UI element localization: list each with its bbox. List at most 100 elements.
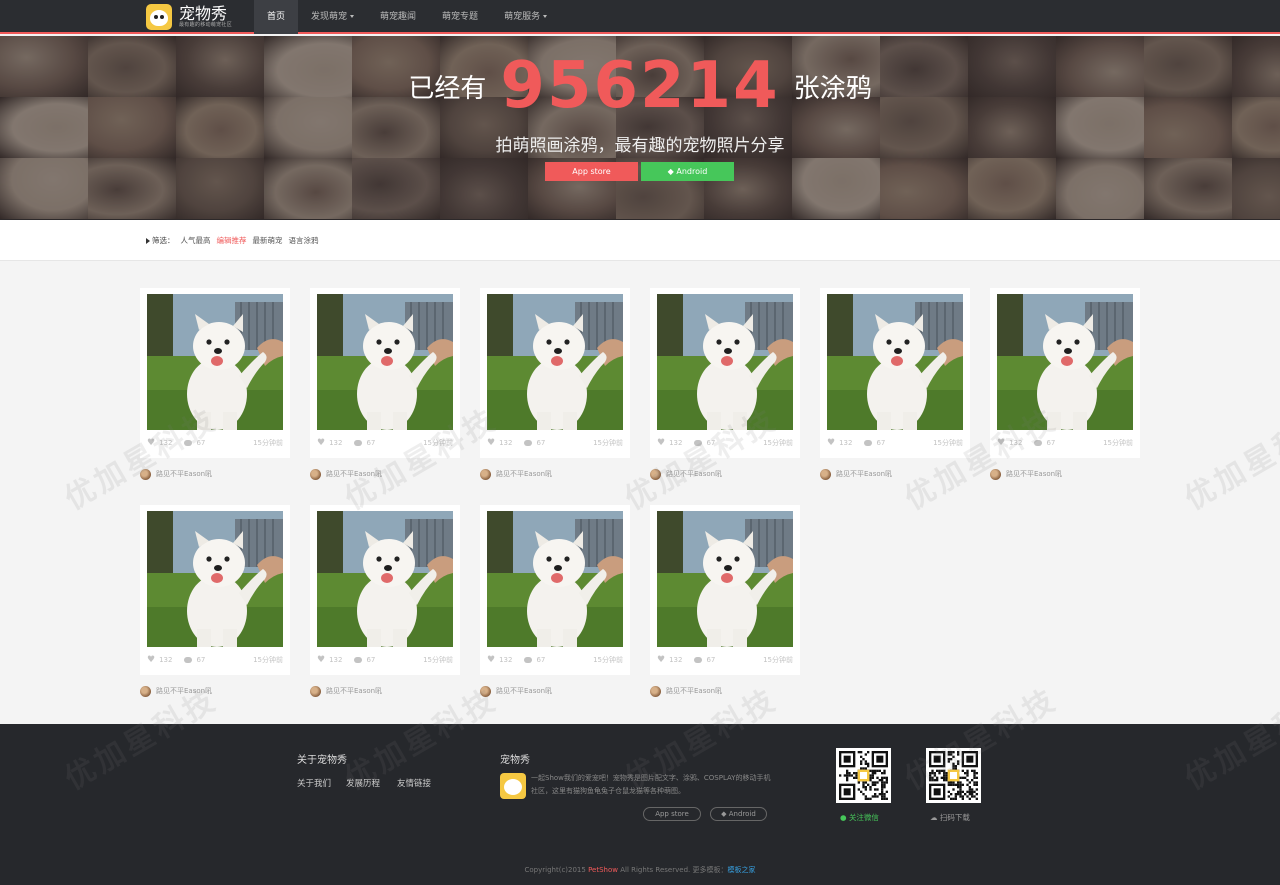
post-photo[interactable] <box>657 511 793 647</box>
heart-icon[interactable]: ♥ <box>997 438 1005 448</box>
heart-icon[interactable]: ♥ <box>657 438 665 448</box>
footer-link-0[interactable]: 关于我们 <box>297 777 331 789</box>
avatar[interactable] <box>820 468 831 480</box>
post-author[interactable]: 路见不平Eason吼 <box>650 685 722 697</box>
footer-app-store-button[interactable]: App store <box>643 807 701 821</box>
post-author[interactable]: 路见不平Eason吼 <box>140 685 212 697</box>
post-photo[interactable] <box>487 294 623 430</box>
author-name[interactable]: 路见不平Eason吼 <box>326 686 382 696</box>
author-name[interactable]: 路见不平Eason吼 <box>156 686 212 696</box>
post-author[interactable]: 路见不平Eason吼 <box>650 468 722 480</box>
filter-option-2[interactable]: 最新萌宠 <box>253 235 283 246</box>
top-nav: 宠物秀 最有趣的移动萌宠社区 首页 发现萌宠 萌宠趣闻 萌宠专题 萌宠服务 <box>0 0 1280 34</box>
post-photo[interactable] <box>997 294 1133 430</box>
comment-icon[interactable] <box>524 440 533 446</box>
nav-item-2[interactable]: 萌宠趣闻 <box>367 0 429 34</box>
comment-icon[interactable] <box>1034 440 1043 446</box>
post-photo[interactable] <box>657 294 793 430</box>
download-caption[interactable]: ☁ 扫码下载 <box>930 812 970 823</box>
app-store-button[interactable]: App store <box>545 162 638 181</box>
template-link[interactable]: 模板之家 <box>727 866 755 874</box>
post-photo[interactable] <box>317 511 453 647</box>
post-photo[interactable] <box>487 511 623 647</box>
post-card[interactable]: ♥ 132 67 15分钟前 <box>990 288 1140 458</box>
doodle-count: 956214 <box>500 49 780 123</box>
post-card[interactable]: ♥ 132 67 15分钟前 <box>650 288 800 458</box>
comment-icon[interactable] <box>864 440 873 446</box>
avatar[interactable] <box>310 685 321 697</box>
post-card[interactable]: ♥ 132 67 15分钟前 <box>820 288 970 458</box>
heart-icon[interactable]: ♥ <box>487 438 495 448</box>
comment-icon[interactable] <box>694 657 703 663</box>
avatar[interactable] <box>650 468 661 480</box>
author-name[interactable]: 路见不平Eason吼 <box>666 469 722 479</box>
post-card[interactable]: ♥ 132 67 15分钟前 <box>310 288 460 458</box>
comment-icon[interactable] <box>354 657 363 663</box>
like-count: 132 <box>159 439 173 447</box>
post-author[interactable]: 路见不平Eason吼 <box>140 468 212 480</box>
comment-icon[interactable] <box>694 440 703 446</box>
avatar[interactable] <box>310 468 321 480</box>
android-button[interactable]: ◆ Android <box>641 162 734 181</box>
heart-icon[interactable]: ♥ <box>487 655 495 665</box>
author-name[interactable]: 路见不平Eason吼 <box>496 686 552 696</box>
author-name[interactable]: 路见不平Eason吼 <box>156 469 212 479</box>
heart-icon[interactable]: ♥ <box>147 655 155 665</box>
nav-item-1[interactable]: 发现萌宠 <box>298 0 367 34</box>
avatar[interactable] <box>650 685 661 697</box>
post-photo[interactable] <box>147 294 283 430</box>
logo[interactable]: 宠物秀 最有趣的移动萌宠社区 <box>146 3 232 31</box>
filter-option-0[interactable]: 人气最高 <box>181 235 211 246</box>
filter-option-3[interactable]: 语言涂鸦 <box>289 235 319 246</box>
heart-icon[interactable]: ♥ <box>317 655 325 665</box>
author-name[interactable]: 路见不平Eason吼 <box>326 469 382 479</box>
author-name[interactable]: 路见不平Eason吼 <box>666 686 722 696</box>
heart-icon[interactable]: ♥ <box>657 655 665 665</box>
author-name[interactable]: 路见不平Eason吼 <box>496 469 552 479</box>
post-author[interactable]: 路见不平Eason吼 <box>480 468 552 480</box>
post-card[interactable]: ♥ 132 67 15分钟前 <box>140 288 290 458</box>
comment-icon[interactable] <box>354 440 363 446</box>
app-description: 一起Show我们的爱宠吧！宠物秀是图片配文字、涂鸦、COSPLAY的移动手机社区… <box>531 774 771 795</box>
post-card[interactable]: ♥ 132 67 15分钟前 <box>310 505 460 675</box>
nav-item-3[interactable]: 萌宠专题 <box>429 0 491 34</box>
post-card[interactable]: ♥ 132 67 15分钟前 <box>140 505 290 675</box>
avatar[interactable] <box>990 468 1001 480</box>
avatar[interactable] <box>140 468 151 480</box>
post-photo[interactable] <box>147 511 283 647</box>
nav-item-0[interactable]: 首页 <box>254 0 299 34</box>
post-author[interactable]: 路见不平Eason吼 <box>820 468 892 480</box>
like-count: 132 <box>329 656 343 664</box>
post-card[interactable]: ♥ 132 67 15分钟前 <box>650 505 800 675</box>
footer-link-2[interactable]: 友情链接 <box>397 777 431 789</box>
footer-link-1[interactable]: 发展历程 <box>346 777 380 789</box>
heart-icon[interactable]: ♥ <box>147 438 155 448</box>
filter-bar: 筛选： 人气最高 编辑推荐 最新萌宠 语言涂鸦 <box>0 220 1280 261</box>
avatar[interactable] <box>140 685 151 697</box>
post-author[interactable]: 路见不平Eason吼 <box>990 468 1062 480</box>
avatar[interactable] <box>480 468 491 480</box>
post-author[interactable]: 路见不平Eason吼 <box>310 468 382 480</box>
post-card[interactable]: ♥ 132 67 15分钟前 <box>480 288 630 458</box>
nav-item-4[interactable]: 萌宠服务 <box>491 0 560 34</box>
comment-icon[interactable] <box>524 657 533 663</box>
author-name[interactable]: 路见不平Eason吼 <box>1006 469 1062 479</box>
author-name[interactable]: 路见不平Eason吼 <box>836 469 892 479</box>
post-photo[interactable] <box>827 294 963 430</box>
comment-icon[interactable] <box>184 657 193 663</box>
brand-name: 宠物秀 <box>179 4 228 23</box>
post-card[interactable]: ♥ 132 67 15分钟前 <box>480 505 630 675</box>
post-author[interactable]: 路见不平Eason吼 <box>480 685 552 697</box>
post-stats: ♥ 132 67 15分钟前 <box>487 438 623 448</box>
comment-icon[interactable] <box>184 440 193 446</box>
footer-android-button[interactable]: ◆ Android <box>710 807 767 821</box>
post-author[interactable]: 路见不平Eason吼 <box>310 685 382 697</box>
heart-icon[interactable]: ♥ <box>827 438 835 448</box>
post-photo[interactable] <box>317 294 453 430</box>
wechat-caption[interactable]: ● 关注微信 <box>840 812 879 823</box>
filter-option-1[interactable]: 编辑推荐 <box>217 235 247 246</box>
avatar[interactable] <box>480 685 491 697</box>
comment-count: 67 <box>536 656 546 664</box>
comment-count: 67 <box>706 439 716 447</box>
heart-icon[interactable]: ♥ <box>317 438 325 448</box>
